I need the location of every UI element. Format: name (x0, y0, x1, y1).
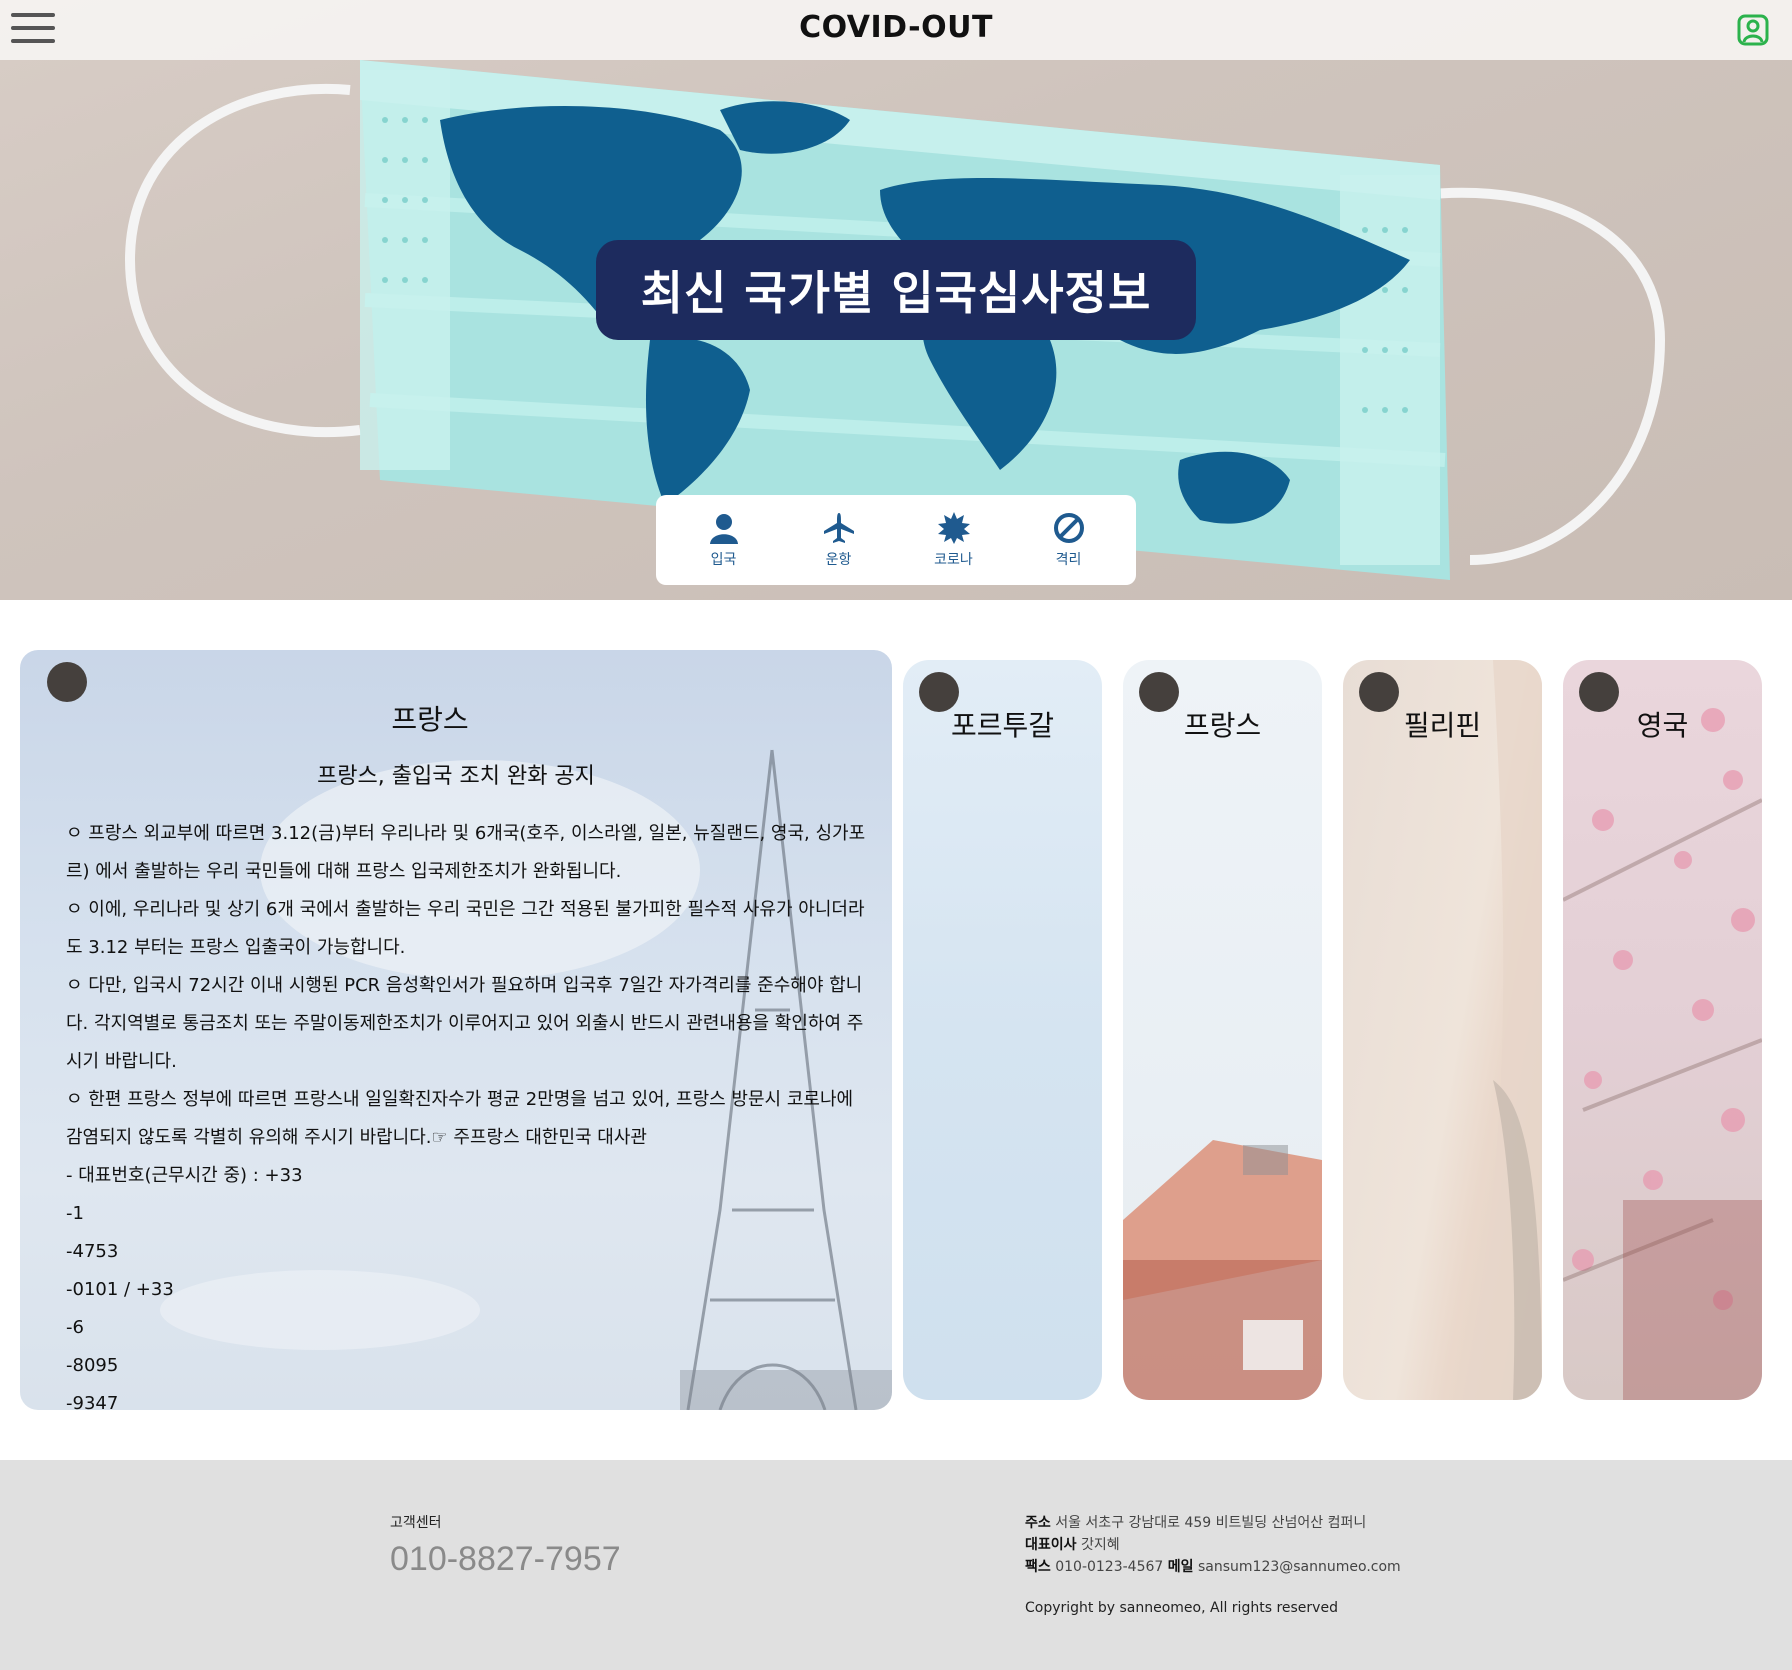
ceo-label: 대표이사 (1025, 1537, 1077, 1553)
nav-entry-label: 입국 (710, 552, 737, 568)
body-line: -8095 (66, 1355, 119, 1376)
nav-corona-label: 코로나 (934, 552, 973, 568)
card-bullet (47, 662, 87, 702)
ceo-value: 갓지혜 (1080, 1537, 1120, 1553)
virus-icon (937, 512, 970, 544)
body-line: -9347 (66, 1393, 119, 1410)
address-value: 서울 서초구 강남대로 459 비트빌딩 산넘어산 컴퍼니 (1055, 1515, 1367, 1531)
country-card-uk[interactable]: 영국 (1563, 660, 1762, 1400)
body-paragraph: ㅇ 프랑스 외교부에 따르면 3.12(금)부터 우리나라 및 6개국(호주, … (66, 823, 866, 882)
top-bar: COVID-OUT (0, 0, 1792, 60)
person-icon (709, 514, 738, 544)
body-line: - 대표번호(근무시간 중) : +33 (66, 1165, 303, 1186)
body-paragraph: ㅇ 다만, 입국시 72시간 이내 시행된 PCR 음성확인서가 필요하며 입국… (66, 975, 864, 1072)
card-country-title: 프랑스 (1183, 709, 1262, 742)
card-subtitle: 프랑스, 출입국 조치 완화 공지 (317, 764, 595, 789)
hero-title: 최신 국가별 입국심사정보 (596, 240, 1196, 340)
nav-quarantine-label: 격리 (1055, 552, 1082, 568)
country-card-philippines[interactable]: 필리핀 (1343, 660, 1542, 1400)
fax-value: 010-0123-4567 (1055, 1559, 1164, 1575)
body-paragraph: ㅇ 이에, 우리나라 및 상기 6개 국에서 출발하는 우리 국민은 그간 적용… (66, 899, 865, 958)
mail-value[interactable]: sansum123@sannumeo.com (1198, 1559, 1401, 1575)
nav-entry[interactable]: 입국 (674, 511, 774, 569)
customer-center-label: 고객센터 (390, 1515, 442, 1531)
card-country-title: 필리핀 (1403, 709, 1482, 742)
fax-label: 팩스 (1025, 1559, 1051, 1575)
copyright: Copyright by sanneomeo, All rights reser… (1025, 1600, 1338, 1616)
house-image (1123, 1140, 1322, 1400)
customer-center-phone[interactable]: 010-8827-7957 (390, 1540, 621, 1579)
country-card-france[interactable]: 프랑스 (1123, 660, 1322, 1400)
country-card-main[interactable]: 프랑스 프랑스, 출입국 조치 완화 공지 ㅇ 프랑스 외교부에 따르면 3.1… (20, 650, 892, 1410)
prohibited-icon (1053, 513, 1084, 543)
body-paragraph: ㅇ 한편 프랑스 정부에 따르면 프랑스내 일일확진자수가 평균 2만명을 넘고… (66, 1089, 854, 1148)
nav-corona[interactable]: 코로나 (904, 511, 1004, 569)
country-card-portugal[interactable]: 포르투갈 (903, 660, 1102, 1400)
hero-banner: COVID-OUT 최신 국가별 입국심사정보 입국 운항 코로나 격리 (0, 0, 1792, 600)
mail-label: 메일 (1167, 1559, 1194, 1575)
body-line: -6 (66, 1317, 84, 1338)
nav-flights-label: 운항 (825, 552, 852, 568)
company-info: 주소 서울 서초구 강남대로 459 비트빌딩 산넘어산 컴퍼니 대표이사 갓지… (1025, 1512, 1401, 1578)
airplane-icon (823, 513, 854, 543)
card-country-title: 영국 (1636, 709, 1689, 742)
body-line: -1 (66, 1203, 84, 1224)
footer: 고객센터 010-8827-7957 주소 서울 서초구 강남대로 459 비트… (0, 1460, 1792, 1670)
cherry-blossom-image (1563, 708, 1762, 1400)
brand-logo[interactable]: COVID-OUT (0, 10, 1792, 45)
body-line: -0101 / +33 (66, 1279, 174, 1300)
card-country-title: 포르투갈 (950, 709, 1055, 742)
wall-image (1463, 660, 1542, 1400)
card-body-text: ㅇ 프랑스 외교부에 따르면 3.12(금)부터 우리나라 및 6개국(호주, … (66, 815, 866, 1410)
user-profile-icon[interactable] (1736, 13, 1770, 47)
nav-quarantine[interactable]: 격리 (1019, 511, 1119, 569)
quick-nav: 입국 운항 코로나 격리 (656, 495, 1136, 585)
address-label: 주소 (1025, 1515, 1051, 1531)
card-country-title: 프랑스 (391, 703, 469, 736)
body-line: -4753 (66, 1241, 119, 1262)
nav-flights[interactable]: 운항 (789, 511, 889, 569)
